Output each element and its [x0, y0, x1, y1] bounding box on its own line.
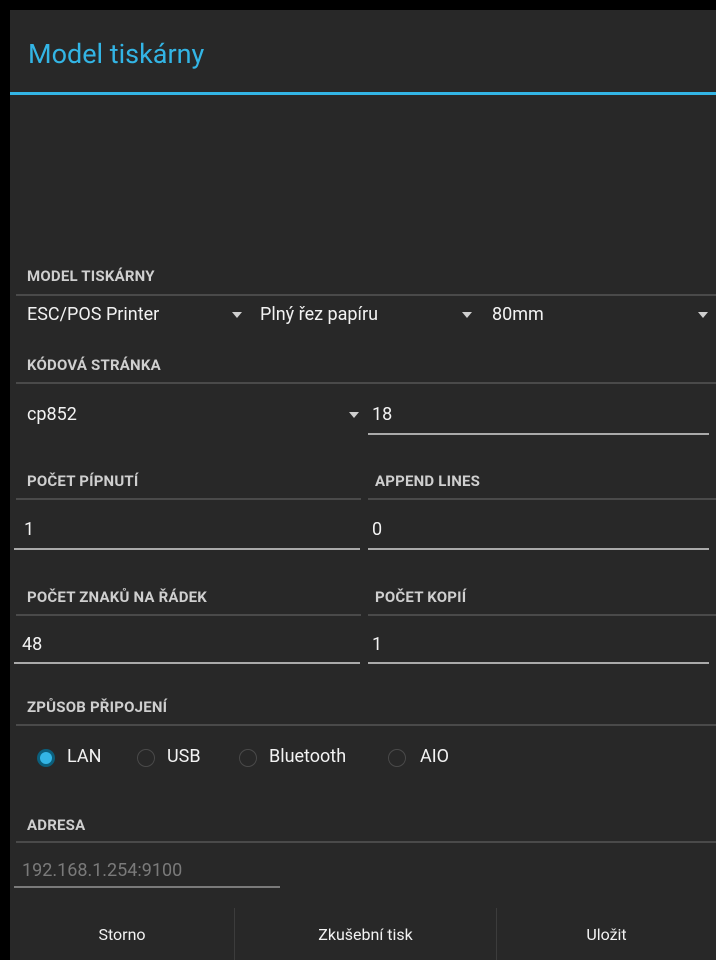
- radio-label-bluetooth: Bluetooth: [269, 746, 347, 767]
- code-page-value: cp852: [27, 404, 77, 425]
- radio-label-usb: USB: [167, 746, 201, 767]
- chars-per-line-label: POČET ZNAKŮ NA ŘÁDEK: [27, 588, 208, 606]
- radio-label-aio: AIO: [420, 746, 450, 767]
- append-lines-divider: [368, 498, 716, 500]
- printer-model-value: ESC/POS Printer: [27, 304, 160, 325]
- dialog-title-bar: Model tiskárny: [10, 10, 716, 95]
- code-page-number-value: 18: [372, 404, 393, 425]
- beeps-value: 1: [24, 519, 35, 540]
- chars-per-line-value: 48: [22, 634, 43, 655]
- dialog-title: Model tiskárny: [28, 38, 205, 70]
- test-print-button[interactable]: Zkušební tisk: [235, 908, 496, 960]
- paper-width-value: 80mm: [492, 304, 544, 325]
- address-divider: [16, 841, 716, 843]
- dropdown-arrow-icon: [349, 412, 359, 418]
- connection-label: ZPŮSOB PŘIPOJENÍ: [27, 698, 168, 716]
- copies-value: 1: [372, 634, 383, 655]
- save-button[interactable]: Uložit: [497, 908, 716, 960]
- radio-unchecked-icon: [137, 749, 155, 767]
- append-lines-value: 0: [372, 519, 383, 540]
- copies-label: POČET KOPIÍ: [375, 588, 467, 606]
- printer-model-dialog: Model tiskárny MODEL TISKÁRNY ESC/POS Pr…: [10, 10, 716, 960]
- radio-unchecked-icon: [239, 749, 257, 767]
- beeps-label: POČET PÍPNUTÍ: [27, 472, 139, 490]
- dialog-button-bar: Storno Zkušební tisk Uložit: [10, 908, 716, 960]
- connection-divider: [16, 724, 716, 726]
- address-underline: [14, 886, 280, 888]
- code-page-divider: [16, 382, 716, 384]
- code-page-label: KÓDOVÁ STRÁNKA: [27, 356, 161, 374]
- append-lines-underline: [368, 548, 709, 550]
- cancel-button[interactable]: Storno: [10, 908, 234, 960]
- printer-model-label: MODEL TISKÁRNY: [27, 267, 155, 285]
- dropdown-arrow-icon: [232, 312, 242, 318]
- title-divider: [10, 92, 716, 95]
- chars-per-line-underline: [14, 662, 360, 664]
- radio-label-lan: LAN: [67, 746, 102, 767]
- beeps-underline: [14, 548, 360, 550]
- printer-model-divider: [16, 294, 716, 296]
- address-placeholder: 192.168.1.254:9100: [22, 860, 183, 881]
- radio-checked-icon: [37, 749, 55, 767]
- radio-unchecked-icon: [388, 749, 406, 767]
- code-page-number-underline: [368, 433, 709, 435]
- dropdown-arrow-icon: [462, 312, 472, 318]
- dropdown-arrow-icon: [698, 312, 708, 318]
- copies-underline: [368, 662, 709, 664]
- append-lines-label: APPEND LINES: [375, 472, 481, 490]
- cut-mode-value: Plný řez papíru: [260, 304, 379, 325]
- beeps-divider: [16, 498, 361, 500]
- address-label: ADRESA: [27, 816, 86, 834]
- chars-per-line-divider: [16, 614, 361, 616]
- copies-divider: [368, 614, 716, 616]
